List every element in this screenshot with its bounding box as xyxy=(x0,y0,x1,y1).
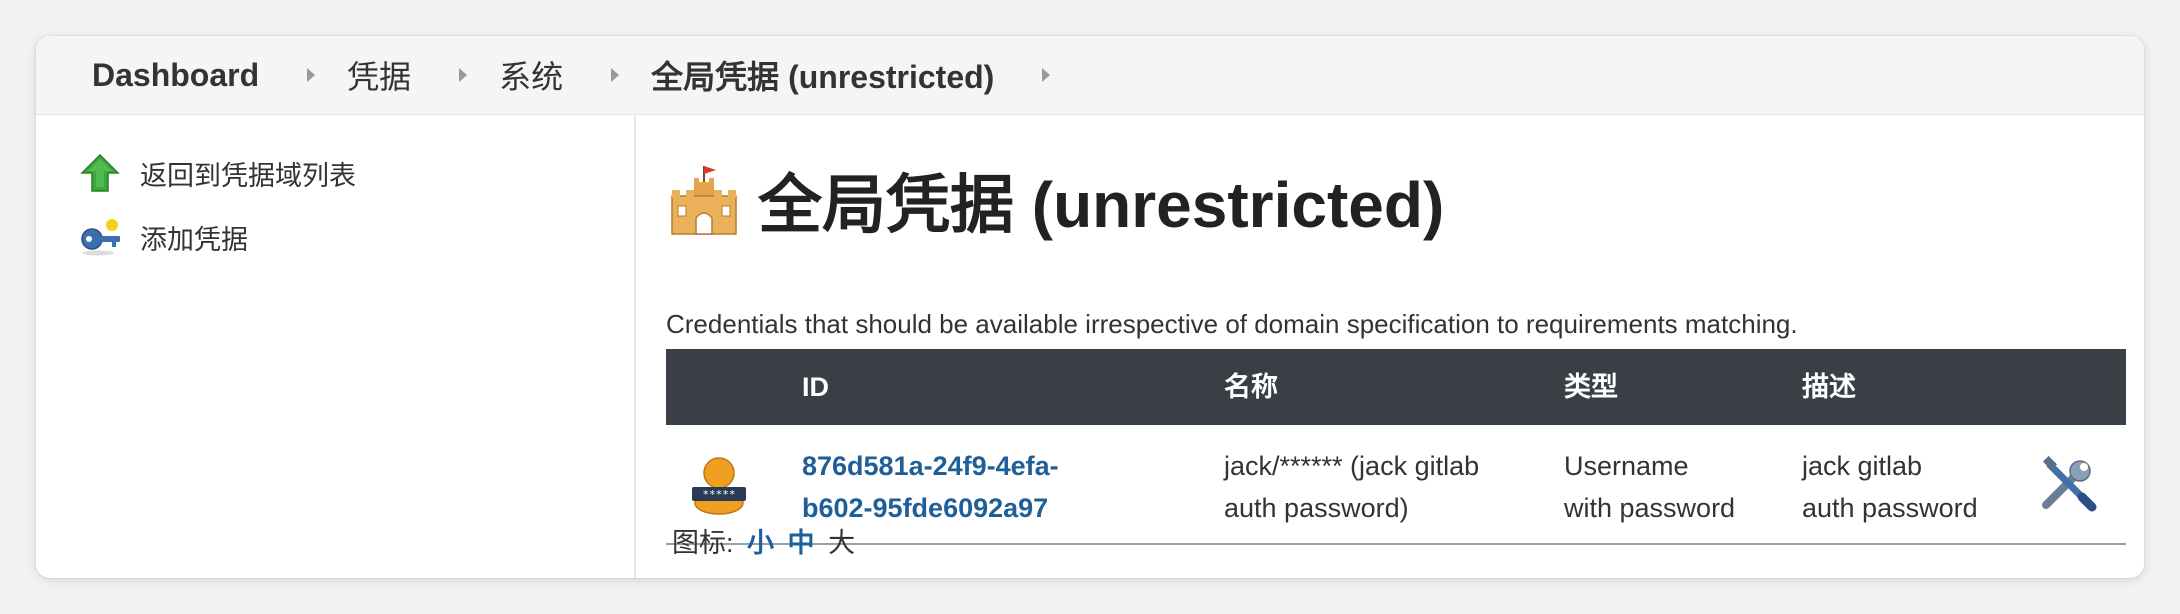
icon-size-large-current: 大 xyxy=(828,528,856,558)
breadcrumb: Dashboard 凭据 系统 全局凭据 (unrestricted) xyxy=(36,36,2144,115)
credential-name: jack/****** (jack gitlab auth password) xyxy=(1224,451,1480,523)
sidebar-item-back-to-domains[interactable]: 返回到凭据域列表 xyxy=(78,149,356,197)
svg-text:*****: ***** xyxy=(702,488,735,501)
breadcrumb-chevron-icon[interactable] xyxy=(307,68,316,82)
column-header-name[interactable]: 名称 xyxy=(1224,349,1278,425)
column-header-id[interactable]: ID xyxy=(802,349,829,425)
page-heading: 全局凭据 (unrestricted) xyxy=(758,169,1445,241)
main-panel: 全局凭据 (unrestricted) Credentials that sho… xyxy=(636,115,2144,578)
credentials-table: ID 名称 类型 描述 ***** 876d581a-24f9-4efa- b6… xyxy=(666,349,2126,545)
green-up-arrow-icon xyxy=(80,153,120,192)
page-description: Credentials that should be available irr… xyxy=(666,309,1798,339)
sidebar-item-add-credentials[interactable]: 添加凭据 xyxy=(78,213,248,261)
credential-id-link[interactable]: 876d581a-24f9-4efa- b602-95fde6092a97 xyxy=(802,445,1059,529)
jenkins-window: Dashboard 凭据 系统 全局凭据 (unrestricted) 返回到凭… xyxy=(36,36,2144,578)
breadcrumb-global-credentials[interactable]: 全局凭据 (unrestricted) xyxy=(651,52,994,98)
icon-size-label: 图标: xyxy=(672,528,734,558)
configure-tools-icon[interactable] xyxy=(2038,453,2100,515)
breadcrumb-chevron-icon[interactable] xyxy=(1042,68,1051,82)
column-header-description[interactable]: 描述 xyxy=(1802,349,1856,425)
credential-description: jack gitlab auth password xyxy=(1802,451,1978,523)
breadcrumb-system[interactable]: 系统 xyxy=(499,52,563,98)
castle-icon xyxy=(671,166,737,235)
credential-type: Username with password xyxy=(1564,451,1736,523)
icon-size-small-link[interactable]: 小 xyxy=(747,528,774,558)
icon-size-selector: 图标: 小 中 大 xyxy=(672,521,855,560)
column-header-type[interactable]: 类型 xyxy=(1564,349,1618,425)
breadcrumb-chevron-icon[interactable] xyxy=(611,68,620,82)
icon-size-medium-link[interactable]: 中 xyxy=(788,528,815,558)
sidebar-item-label: 添加凭据 xyxy=(140,224,248,255)
key-icon xyxy=(81,219,120,256)
sidebar-item-label: 返回到凭据域列表 xyxy=(140,160,356,191)
sidebar: 返回到凭据域列表 添加凭据 xyxy=(36,115,636,578)
breadcrumb-chevron-icon[interactable] xyxy=(459,68,468,82)
breadcrumb-dashboard[interactable]: Dashboard xyxy=(92,57,259,94)
page-title: 全局凭据 (unrestricted) xyxy=(664,155,1444,245)
table-header: ID 名称 类型 描述 xyxy=(666,349,2126,425)
table-row: ***** 876d581a-24f9-4efa- b602-95fde6092… xyxy=(666,425,2126,545)
breadcrumb-credentials[interactable]: 凭据 xyxy=(347,52,411,98)
user-password-icon: ***** xyxy=(692,457,746,515)
